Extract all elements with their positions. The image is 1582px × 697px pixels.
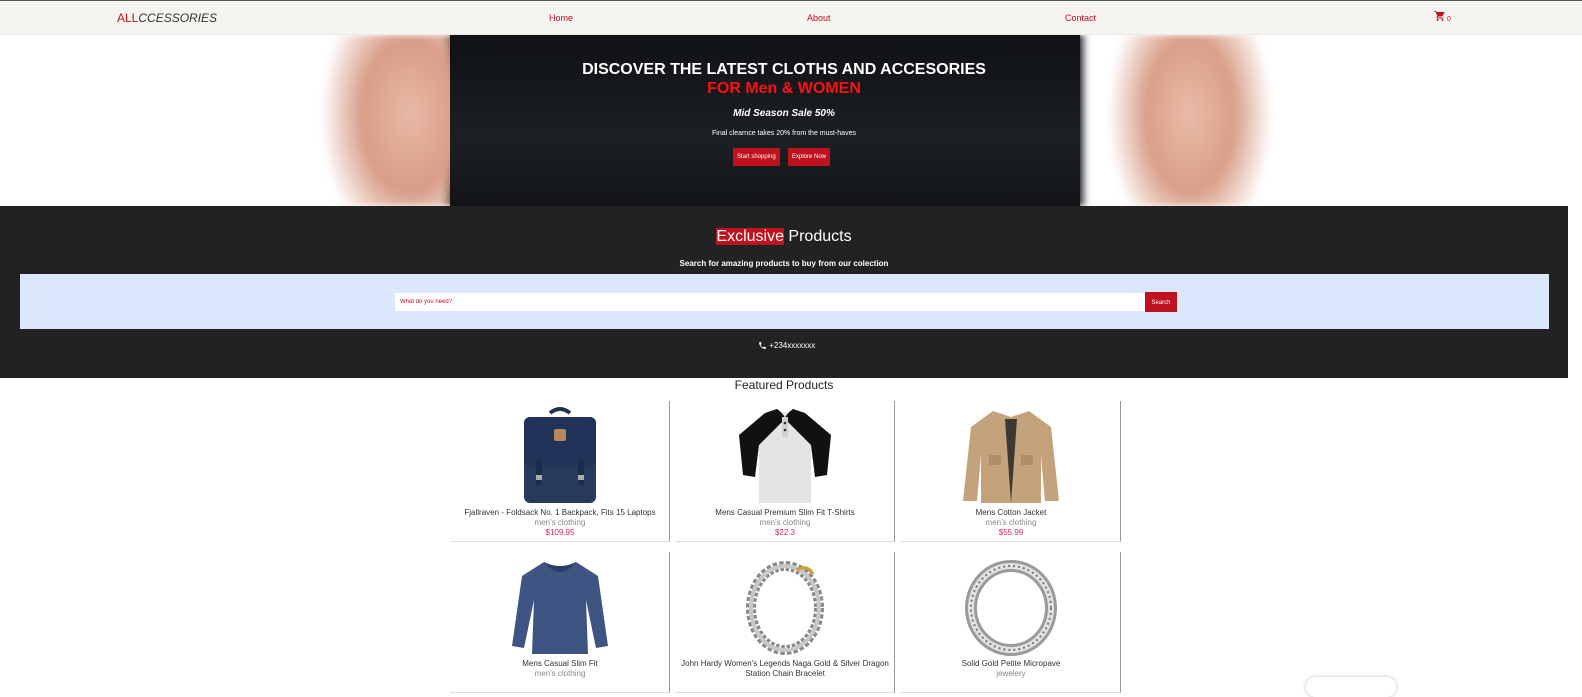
product-name: Fjallraven - Foldsack No. 1 Backpack, Fi… bbox=[464, 508, 656, 517]
chain-bracelet-image bbox=[746, 561, 824, 655]
cart-button[interactable]: 0 bbox=[1434, 10, 1451, 24]
product-category: men's clothing bbox=[534, 518, 586, 527]
product-card[interactable]: John Hardy Women's Legends Naga Gold & S… bbox=[675, 552, 895, 693]
product-category: jewelery bbox=[996, 669, 1026, 678]
product-price: $55.99 bbox=[998, 528, 1024, 537]
product-card[interactable]: Fjallraven - Foldsack No. 1 Backpack, Fi… bbox=[450, 401, 670, 542]
product-name-line-1: John Hardy Women's Legends Naga Gold & S… bbox=[681, 659, 889, 668]
nav-about-link[interactable]: About bbox=[807, 13, 831, 23]
cart-icon bbox=[1434, 11, 1445, 21]
hero-sale-text: Mid Season Sale 50% bbox=[733, 108, 835, 119]
backpack-image bbox=[524, 407, 596, 503]
phone-number: +234xxxxxxx bbox=[769, 341, 816, 350]
product-name: Mens Cotton Jacket bbox=[975, 508, 1047, 517]
product-price: $22.3 bbox=[774, 528, 796, 537]
featured-products-title: Featured Products bbox=[734, 378, 834, 392]
nav-home-link[interactable]: Home bbox=[549, 13, 573, 23]
navbar: ALLCCESSORIES Home About Contact 0 bbox=[0, 0, 1582, 35]
hero-banner: DISCOVER THE LATEST CLOTHS AND ACCESORIE… bbox=[0, 35, 1582, 206]
logo-part-2: CCESSORIES bbox=[138, 11, 218, 25]
cart-count: 0 bbox=[1447, 16, 1451, 24]
exclusive-title-highlight: Exclusive bbox=[716, 228, 784, 245]
nav-contact-link[interactable]: Contact bbox=[1065, 13, 1096, 23]
search-input[interactable] bbox=[395, 293, 1145, 311]
exclusive-products-section: Exclusive Products Search for amazing pr… bbox=[0, 206, 1568, 378]
ring-image bbox=[965, 560, 1057, 656]
phone-icon bbox=[759, 342, 766, 350]
logo-part-1: ALL bbox=[117, 11, 139, 25]
product-card[interactable]: Mens Cotton Jacket men's clothing $55.99 bbox=[901, 401, 1121, 542]
product-name: Mens Casual Slim Fit bbox=[522, 659, 598, 668]
explore-now-button[interactable]: Explore Now bbox=[788, 148, 831, 166]
product-card[interactable]: Mens Casual Slim Fit men's clothing bbox=[450, 552, 670, 693]
product-category: men's clothing bbox=[759, 518, 811, 527]
site-logo[interactable]: ALLCCESSORIES bbox=[117, 11, 217, 25]
tshirt-image bbox=[739, 409, 831, 503]
phone-contact[interactable]: +234xxxxxxx bbox=[758, 341, 815, 350]
chat-widget[interactable] bbox=[1306, 677, 1396, 697]
hero-description: Final clearnce takes 20% from the must-h… bbox=[712, 130, 856, 137]
product-name: Solid Gold Petite Micropave bbox=[961, 659, 1061, 668]
search-button[interactable]: Search bbox=[1145, 292, 1177, 312]
product-card[interactable]: Solid Gold Petite Micropave jewelery bbox=[901, 552, 1121, 693]
product-name-line-2: Station Chain Bracelet bbox=[745, 669, 825, 678]
exclusive-subtitle: Search for amazing products to buy from … bbox=[679, 259, 889, 268]
product-name: Mens Casual Premium Slim Fit T-Shirts bbox=[715, 508, 855, 517]
product-category: men's clothing bbox=[985, 518, 1037, 527]
search-band: Search bbox=[20, 274, 1549, 329]
hero-title: DISCOVER THE LATEST CLOTHS AND ACCESORIE… bbox=[582, 61, 986, 78]
hero-subtitle: FOR Men & WOMEN bbox=[707, 80, 861, 97]
long-sleeve-shirt-image bbox=[512, 562, 608, 654]
exclusive-title: Exclusive Products bbox=[0, 228, 1568, 246]
product-card[interactable]: Mens Casual Premium Slim Fit T-Shirts me… bbox=[675, 401, 895, 542]
exclusive-title-rest: Products bbox=[783, 228, 852, 245]
jacket-image bbox=[963, 411, 1059, 503]
product-category: men's clothing bbox=[534, 669, 586, 678]
start-shopping-button[interactable]: Start shopping bbox=[733, 148, 780, 166]
product-price: $109.95 bbox=[545, 528, 575, 537]
